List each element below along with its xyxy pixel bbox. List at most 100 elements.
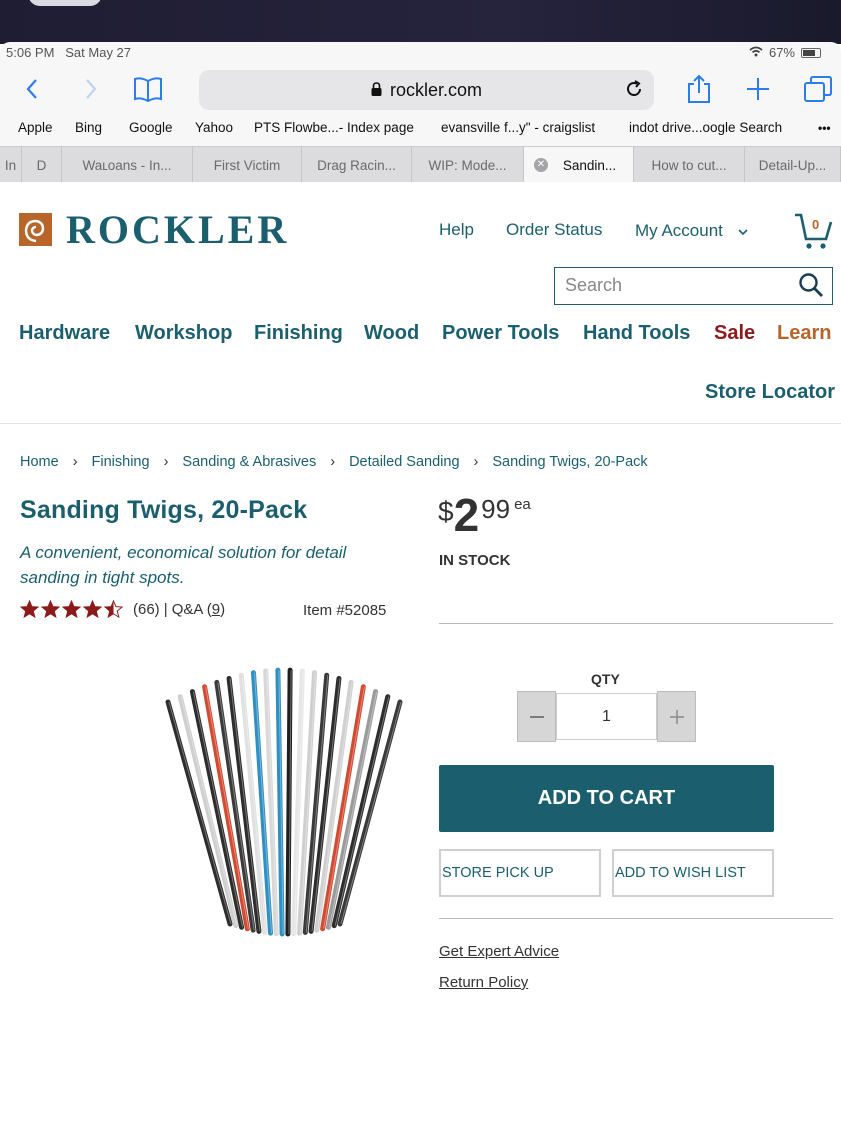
store-pickup-button[interactable]: STORE PICK UP [439,849,601,897]
favorites-bar: Apple Bing Google Yahoo PTS Flowbe...- I… [0,118,841,138]
nav-wood[interactable]: Wood [364,322,419,345]
my-account-menu[interactable]: My Account [635,221,748,241]
share-icon[interactable] [682,72,716,106]
return-policy-link[interactable]: Return Policy [439,974,528,991]
browser-tab[interactable]: Waʟoans - In... [62,147,193,183]
breadcrumb-finishing[interactable]: Finishing [92,454,150,470]
browser-tab[interactable]: Drag Racin... [302,147,412,183]
star-half-icon [104,600,123,619]
breadcrumb-current[interactable]: Sanding Twigs, 20-Pack [492,454,647,470]
address-bar[interactable]: rockler.com [199,70,654,110]
cart-button[interactable]: 0 [793,212,833,252]
header-divider [0,423,841,424]
chevron-right-icon: › [330,454,336,470]
nav-hardware[interactable]: Hardware [19,322,110,345]
favorite-link[interactable]: Google [129,120,173,135]
browser-tab[interactable]: In [0,147,22,183]
nav-finishing[interactable]: Finishing [254,322,343,345]
divider [439,623,833,624]
product-title: Sanding Twigs, 20-Pack [20,496,308,524]
lock-icon [371,80,382,101]
star-full-icon [20,600,39,619]
favorite-link[interactable]: Bing [75,120,102,135]
favorite-link[interactable]: PTS Flowbe...- Index page [254,120,414,135]
browser-tab-active[interactable]: ✕ Sandin... [524,147,634,183]
my-account-label: My Account [635,221,723,240]
decrease-qty-button[interactable] [517,691,556,742]
battery-icon [801,47,821,58]
status-time: 5:06 PM Sat May 27 [6,45,132,60]
qty-label: QTY [591,671,620,687]
browser-tab[interactable]: WIP: Mode... [412,147,524,183]
reload-icon[interactable] [624,79,644,104]
back-icon[interactable] [15,72,49,106]
chevron-right-icon: › [163,454,169,470]
more-favorites-icon[interactable]: ••• [818,121,831,135]
home-screen-wallpaper [0,0,841,44]
browser-tab[interactable]: D [22,147,62,183]
forward-icon[interactable] [74,72,108,106]
store-locator-link[interactable]: Store Locator [705,381,835,404]
product-price: $ 2 99 ea [438,489,531,541]
quantity-stepper [517,691,696,742]
nav-learn[interactable]: Learn [777,322,831,345]
minus-icon [529,715,544,718]
rockler-logo[interactable]: ROCKLER [19,206,289,253]
favorite-link[interactable]: Apple [18,120,53,135]
logo-swirl-icon [19,213,52,246]
new-tab-icon[interactable] [741,72,775,106]
expert-advice-link[interactable]: Get Expert Advice [439,943,559,960]
star-full-icon [83,600,102,619]
bookmarks-icon[interactable] [131,72,165,106]
product-rating: (66) | Q&A (9) [20,600,225,619]
star-full-icon [62,600,81,619]
star-rating[interactable] [20,600,123,619]
favorite-link[interactable]: indot drive...oogle Search [629,120,782,135]
browser-tab[interactable]: Detail-Up... [745,147,841,183]
nav-sale[interactable]: Sale [714,322,755,345]
product-image[interactable] [150,662,410,952]
nav-power-tools[interactable]: Power Tools [442,322,559,345]
breadcrumb: Home › Finishing › Sanding & Abrasives › Detai… [20,454,648,470]
url-text: rockler.com [389,79,483,100]
help-link[interactable]: Help [439,220,474,240]
tabs-overview-icon[interactable] [801,72,835,106]
add-to-wish-list-button[interactable]: ADD TO WISH LIST [612,849,774,897]
increase-qty-button[interactable] [657,691,696,742]
chevron-right-icon: › [72,454,78,470]
search-icon[interactable] [798,272,824,303]
breadcrumb-detailed-sanding[interactable]: Detailed Sanding [349,454,459,470]
item-number: Item #52085 [303,602,387,619]
breadcrumb-sanding-abrasives[interactable]: Sanding & Abrasives [182,454,316,470]
tab-label: Sandin... [562,157,617,173]
product-tagline: A convenient, economical solution for de… [20,543,347,587]
review-count[interactable]: (66) [133,601,160,618]
app-icon-partial [28,0,102,6]
favorite-link[interactable]: evansville f...y" - craigslist [441,120,595,135]
favorite-link[interactable]: Yahoo [195,120,233,135]
plus-icon [669,709,684,724]
browser-toolbar: rockler.com [0,66,841,112]
cart-count: 0 [812,217,820,232]
add-to-cart-button[interactable]: ADD TO CART [439,765,774,832]
browser-tab[interactable]: How to cut... [634,147,745,183]
tab-bar: In D Waʟoans - In... First Victim Drag R… [0,146,841,183]
main-nav: Hardware Workshop Finishing Wood Power T… [0,322,841,346]
logo-wordmark: ROCKLER [66,207,290,252]
wifi-icon [749,45,763,60]
browser-tab[interactable]: First Victim [193,147,302,183]
stock-status: IN STOCK [439,552,511,569]
qa-link[interactable]: | Q&A (9) [164,601,225,618]
breadcrumb-home[interactable]: Home [20,454,59,470]
order-status-link[interactable]: Order Status [506,220,602,240]
star-full-icon [41,600,60,619]
search-box [554,267,833,305]
search-input[interactable] [555,268,785,302]
battery-percent: 67% [768,45,795,60]
qa-count: 9 [211,601,221,618]
nav-hand-tools[interactable]: Hand Tools [583,322,690,345]
qty-input[interactable] [556,693,657,740]
close-tab-icon[interactable]: ✕ [534,158,548,172]
status-bar: 5:06 PM Sat May 27 67% [0,42,841,62]
nav-workshop[interactable]: Workshop [135,322,232,345]
